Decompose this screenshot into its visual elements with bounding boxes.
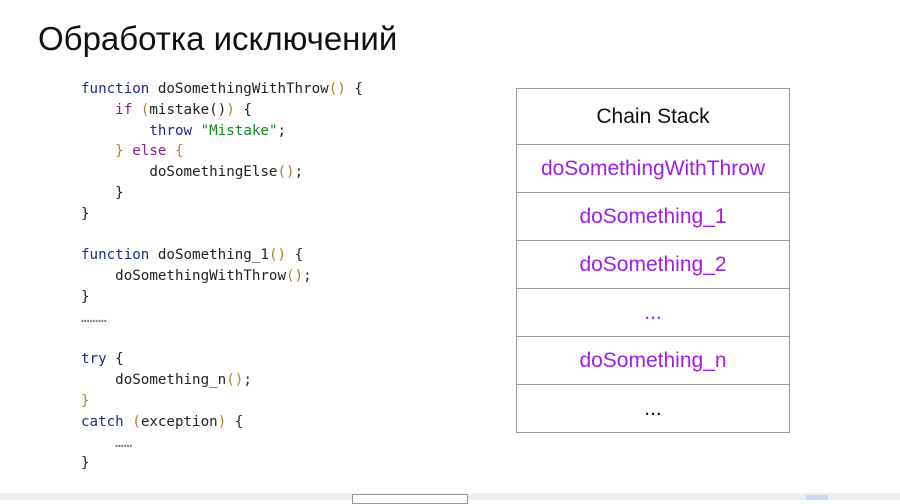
code-token: mistake(): [149, 101, 227, 118]
code-token: ;: [277, 122, 287, 139]
code-token: (): [328, 81, 346, 97]
toolbar-button[interactable]: [806, 495, 828, 500]
code-token: exception: [140, 413, 218, 430]
code-token: (): [277, 164, 295, 181]
stack-item: doSomethingWithThrow: [517, 144, 789, 192]
code-token: doSomethingWithThrow: [157, 81, 329, 97]
code-token: }: [81, 205, 90, 222]
code-token: ;: [294, 164, 304, 181]
page-input[interactable]: [352, 494, 468, 504]
code-token: doSomething_n: [115, 372, 227, 389]
code-token: {: [354, 81, 363, 97]
code-token: {: [115, 351, 124, 368]
stack-item: ...: [517, 384, 789, 432]
code-token: }: [115, 184, 124, 201]
code-token: try: [81, 351, 107, 368]
code-token: {: [234, 413, 244, 430]
code-token: ………: [81, 309, 107, 326]
stack-header: Chain Stack: [596, 104, 710, 128]
code-token: }: [81, 392, 90, 409]
code-token: {: [243, 101, 252, 118]
stack-item: doSomething_2: [517, 240, 789, 288]
code-token: (): [226, 372, 244, 389]
code-token: }: [115, 143, 124, 160]
code-token: doSomethingWithThrow: [115, 268, 287, 285]
stack-item: doSomething_n: [517, 336, 789, 384]
code-token: ;: [243, 372, 252, 389]
code-token: if: [115, 101, 133, 118]
code-token: {: [174, 143, 184, 160]
code-token: else: [132, 143, 167, 160]
code-token: doSomething_1: [157, 247, 269, 264]
code-token: {: [294, 247, 304, 264]
code-token: function: [81, 247, 150, 264]
stack-item: ...: [517, 288, 789, 336]
code-token: (): [286, 268, 304, 285]
code-token: ……: [115, 434, 133, 451]
code-token: (): [268, 247, 287, 264]
code-token: function: [81, 81, 150, 97]
code-token: "Mistake": [200, 122, 278, 139]
chain-stack-table: Chain Stack doSomethingWithThrow doSomet…: [516, 88, 790, 433]
code-token: ;: [303, 268, 312, 285]
code-token: doSomethingElse: [149, 164, 278, 181]
code-token: ): [226, 101, 235, 118]
stack-item: doSomething_1: [517, 192, 789, 240]
code-block: function doSomethingWithThrow() { if (mi…: [81, 79, 363, 474]
code-token: }: [81, 455, 90, 472]
code-token: catch: [81, 413, 124, 430]
code-token: (: [132, 413, 141, 430]
code-token: throw: [149, 122, 193, 139]
code-token: }: [81, 288, 90, 305]
code-token: ): [217, 413, 227, 430]
slide-title: Обработка исключений: [38, 20, 398, 57]
